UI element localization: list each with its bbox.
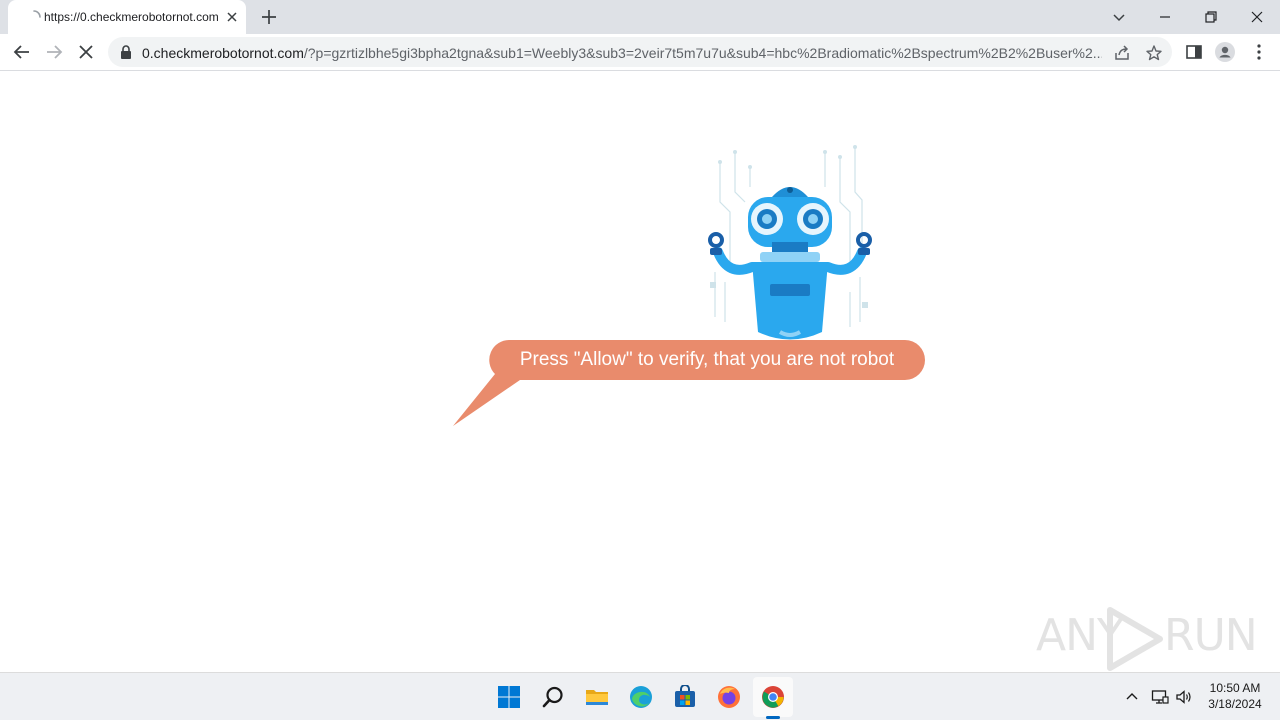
menu-dots-icon[interactable] <box>1249 42 1269 62</box>
chrome-icon[interactable] <box>761 685 785 709</box>
watermark-text-right: RUN <box>1164 610 1258 661</box>
chevron-up-icon[interactable] <box>1123 688 1141 706</box>
anyrun-watermark: ANY RUN <box>1036 606 1258 672</box>
tab-close-icon[interactable] <box>224 9 240 25</box>
tab-title: https://0.checkmerobotornot.com <box>44 10 219 24</box>
url-path: /?p=gzrtizlbhe5gi3bpha2tgna&sub1=Weebly3… <box>303 45 1102 61</box>
search-icon[interactable] <box>541 685 565 709</box>
store-icon[interactable] <box>673 685 697 709</box>
profile-avatar-icon[interactable] <box>1215 42 1235 62</box>
system-clock[interactable]: 10:50 AM 3/18/2024 <box>1196 680 1274 712</box>
network-icon[interactable] <box>1151 688 1169 706</box>
taskbar: 10:50 AM 3/18/2024 <box>0 672 1280 720</box>
clock-time: 10:50 AM <box>1209 681 1261 695</box>
back-arrow-icon[interactable] <box>12 42 32 62</box>
file-explorer-icon[interactable] <box>585 685 609 709</box>
stop-loading-icon[interactable] <box>76 42 96 62</box>
minimize-icon[interactable] <box>1155 7 1175 27</box>
close-icon[interactable] <box>1247 7 1267 27</box>
active-app-indicator <box>766 716 780 719</box>
page-content: Press "Allow" to verify, that you are no… <box>0 72 1280 672</box>
url-text[interactable]: 0.checkmerobotornot.com/?p=gzrtizlbhe5gi… <box>142 45 1102 61</box>
edge-icon[interactable] <box>629 685 653 709</box>
browser-tab[interactable]: https://0.checkmerobotornot.com <box>8 0 246 34</box>
clock-date: 3/18/2024 <box>1208 697 1262 711</box>
address-bar[interactable]: 0.checkmerobotornot.com/?p=gzrtizlbhe5gi… <box>108 37 1172 67</box>
lock-icon[interactable] <box>120 45 132 59</box>
volume-icon[interactable] <box>1175 688 1193 706</box>
verification-message: Press "Allow" to verify, that you are no… <box>519 349 895 370</box>
tab-search-chevron-down-icon[interactable] <box>1109 7 1129 27</box>
firefox-icon[interactable] <box>717 685 741 709</box>
windows-start-icon[interactable] <box>497 685 521 709</box>
loading-favicon-icon <box>33 10 41 18</box>
side-panel-icon[interactable] <box>1184 42 1204 62</box>
play-triangle-icon <box>1107 607 1163 671</box>
share-icon[interactable] <box>1113 44 1131 62</box>
restore-icon[interactable] <box>1201 7 1221 27</box>
forward-arrow-icon[interactable] <box>44 42 64 62</box>
new-tab-button[interactable] <box>260 8 278 26</box>
browser-toolbar: 0.checkmerobotornot.com/?p=gzrtizlbhe5gi… <box>0 34 1280 71</box>
robot-illustration <box>708 145 872 340</box>
bookmark-star-icon[interactable] <box>1145 44 1163 62</box>
tab-strip: https://0.checkmerobotornot.com <box>0 0 1280 34</box>
url-host: 0.checkmerobotornot.com <box>142 45 304 61</box>
